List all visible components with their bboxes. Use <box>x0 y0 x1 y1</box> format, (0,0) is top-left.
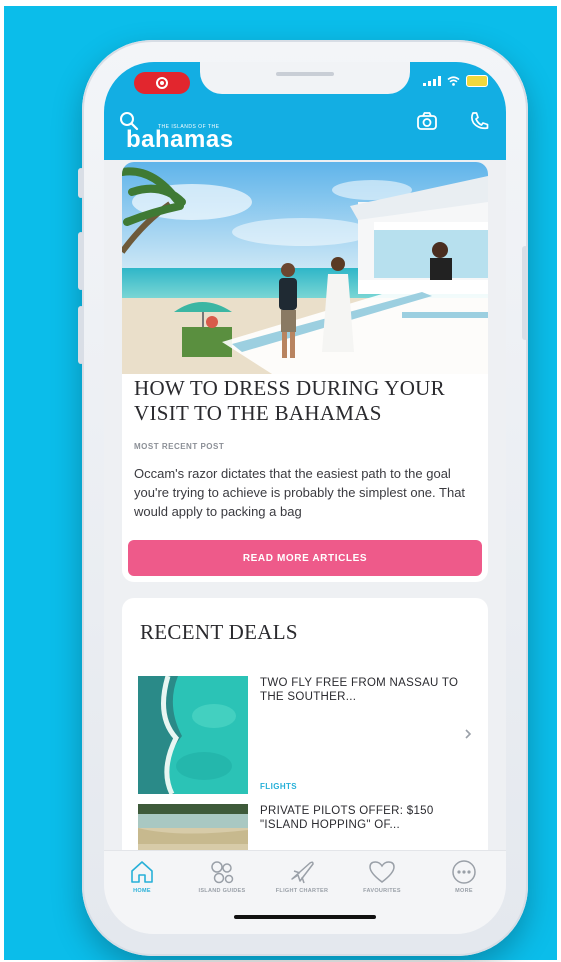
deal-item[interactable]: PRIVATE PILOTS OFFER: $150 "ISLAND HOPPI… <box>138 804 478 850</box>
phone-screen: THE ISLANDS OF THE bahamas HOW TO DRESS … <box>104 62 506 934</box>
deal-thumbnail-image <box>138 676 248 794</box>
battery-icon <box>466 75 488 87</box>
phone-power-button <box>522 246 528 340</box>
read-more-articles-button[interactable]: READ MORE ARTICLES <box>128 540 482 576</box>
phone-side-button <box>78 168 84 198</box>
phone-volume-up <box>78 232 84 290</box>
tab-flight-charter-label: FLIGHT CHARTER <box>275 888 329 894</box>
deal-thumbnail-image <box>138 804 248 850</box>
tab-home[interactable]: HOME <box>104 859 180 894</box>
more-icon <box>452 860 476 884</box>
wifi-icon <box>447 76 460 86</box>
bottom-tab-bar: HOME ISLAND GUIDES FLIGHT CHARTER FAVOUR… <box>104 850 506 934</box>
tab-island-guides-label: ISLAND GUIDES <box>198 888 246 894</box>
plane-icon <box>291 861 314 884</box>
speaker-grille <box>276 72 334 76</box>
tab-more-label: MORE <box>455 888 473 894</box>
chevron-right-icon[interactable] <box>462 728 474 740</box>
tab-home-label: HOME <box>133 888 151 894</box>
tab-favourites-label: FAVOURITES <box>363 888 401 894</box>
tab-more[interactable]: MORE <box>426 859 502 894</box>
heart-icon <box>369 861 395 883</box>
islands-icon <box>211 861 234 884</box>
logo-wordmark: bahamas <box>126 126 234 153</box>
notch <box>200 62 410 94</box>
article-hero-image <box>122 162 488 374</box>
camera-icon[interactable] <box>416 110 438 132</box>
deal-category: FLIGHTS <box>260 782 298 791</box>
home-icon <box>131 861 153 883</box>
phone-icon[interactable] <box>468 110 490 132</box>
tab-island-guides[interactable]: ISLAND GUIDES <box>184 859 260 894</box>
deal-item[interactable]: TWO FLY FREE FROM NASSAU TO THE SOUTHER.… <box>138 676 478 796</box>
record-icon <box>156 77 168 89</box>
article-meta-label: MOST RECENT POST <box>134 442 225 451</box>
article-title[interactable]: HOW TO DRESS DURING YOUR VISIT TO THE BA… <box>134 376 484 426</box>
tab-favourites[interactable]: FAVOURITES <box>344 859 420 894</box>
status-icons <box>423 75 488 87</box>
screen-recording-indicator <box>134 72 190 94</box>
deal-title[interactable]: TWO FLY FREE FROM NASSAU TO THE SOUTHER.… <box>260 676 470 704</box>
recent-deals-heading: RECENT DEALS <box>140 620 298 644</box>
deal-title[interactable]: PRIVATE PILOTS OFFER: $150 "ISLAND HOPPI… <box>260 804 470 832</box>
phone-volume-down <box>78 306 84 364</box>
signal-icon <box>423 76 441 86</box>
status-bar <box>104 62 506 102</box>
tab-flight-charter[interactable]: FLIGHT CHARTER <box>264 859 340 894</box>
featured-article-card[interactable]: HOW TO DRESS DURING YOUR VISIT TO THE BA… <box>122 162 488 582</box>
home-indicator[interactable] <box>234 915 376 919</box>
content-feed[interactable]: HOW TO DRESS DURING YOUR VISIT TO THE BA… <box>104 160 506 850</box>
article-excerpt: Occam's razor dictates that the easiest … <box>134 466 466 519</box>
app-header: THE ISLANDS OF THE bahamas <box>104 102 506 160</box>
recent-deals-card: RECENT DEALS TWO FLY FREE FROM NASSAU TO… <box>122 598 488 850</box>
